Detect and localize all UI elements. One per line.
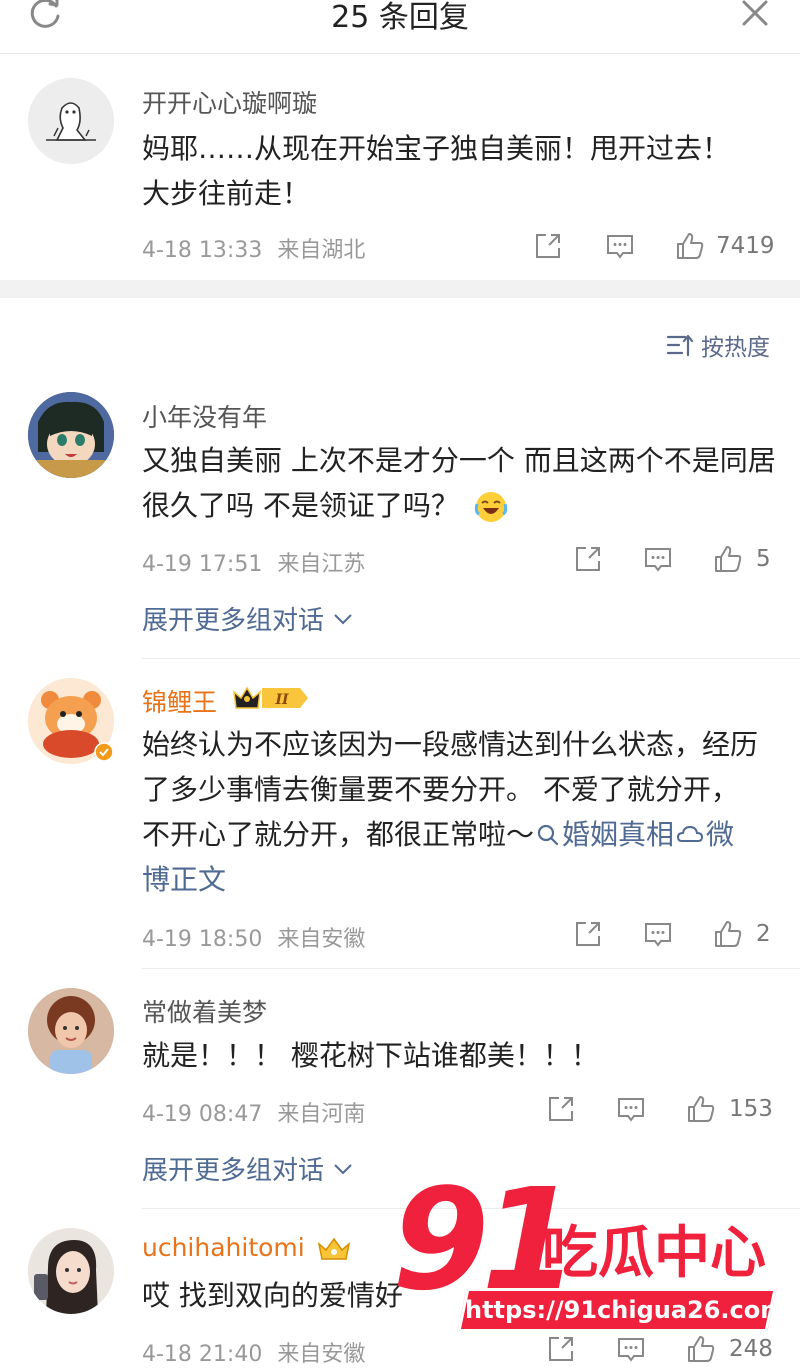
- reply-time: 4-18 21:40: [142, 1342, 263, 1367]
- reply-meta: 4-18 21:40 来自安徽: [142, 1336, 365, 1368]
- comment-icon[interactable]: [604, 230, 636, 262]
- laughing-crying-emoji-icon: [474, 490, 508, 524]
- sort-icon: [666, 334, 694, 357]
- reply-text: 始终认为不应该因为一段感情达到什么状态，经历了多少事情去衡量要不要分开。 不爱了…: [142, 722, 762, 902]
- reply-time: 4-19 17:51: [142, 552, 263, 577]
- sort-label: 按热度: [701, 335, 770, 361]
- share-icon[interactable]: [572, 918, 604, 950]
- vip-crown-badge-icon: II: [233, 686, 308, 709]
- comment-meta: 4-18 13:33 来自湖北: [142, 232, 365, 264]
- reply-actions: 153: [545, 1093, 782, 1133]
- watermark-brand-text: 吃瓜中心: [542, 1221, 766, 1286]
- like-icon[interactable]: [712, 543, 744, 575]
- avatar[interactable]: [28, 988, 114, 1074]
- avatar[interactable]: [28, 392, 114, 478]
- comment-text: 妈耶……从现在开始宝子独自美丽！甩开过去！大步往前走！: [142, 132, 731, 210]
- section-divider: [0, 280, 800, 298]
- expand-conversation-link[interactable]: 展开更多组对话: [142, 1150, 354, 1187]
- reply-username[interactable]: 常做着美梦: [142, 993, 267, 1029]
- reply-username[interactable]: uchihahitomi: [142, 1233, 305, 1262]
- comment-icon[interactable]: [615, 1093, 647, 1125]
- comment-username[interactable]: 开开心心璇啊璇: [142, 84, 317, 120]
- chevron-down-icon: [334, 1163, 352, 1174]
- reply-text: 就是！！！ 樱花树下站谁都美！！！: [142, 1039, 599, 1072]
- reply-divider: [142, 968, 800, 969]
- site-watermark: 91 吃瓜中心 https://91chigua26.com: [392, 1166, 786, 1370]
- avatar[interactable]: [28, 78, 114, 164]
- close-icon[interactable]: [738, 0, 772, 30]
- search-icon: [537, 824, 559, 846]
- comment-location: 来自湖北: [277, 238, 366, 263]
- vip-crown-icon: [317, 1237, 351, 1260]
- reply-meta: 4-19 08:47 来自河南: [142, 1096, 365, 1128]
- watermark-url-banner: https://91chigua26.com: [457, 1288, 786, 1332]
- comment-time: 4-18 13:33: [142, 238, 263, 263]
- reply-location: 来自安徽: [277, 927, 366, 952]
- reply-username[interactable]: 锦鲤王: [142, 683, 217, 719]
- reply-time: 4-19 08:47: [142, 1102, 263, 1127]
- reply-meta: 4-19 18:50 来自安徽: [142, 921, 365, 953]
- like-count: 7419: [716, 233, 775, 259]
- weibo-link-icon: [677, 825, 704, 842]
- comment-actions: 7419: [532, 230, 782, 270]
- expand-conversation-link[interactable]: 展开更多组对话: [142, 600, 354, 637]
- expand-label: 展开更多组对话: [142, 606, 325, 636]
- expand-label: 展开更多组对话: [142, 1156, 325, 1186]
- like-count: 153: [729, 1096, 773, 1122]
- like-icon[interactable]: [685, 1093, 717, 1125]
- reply-text-content: 又独自美丽 上次不是才分一个 而且这两个不是同居很久了吗 不是领证了吗？: [142, 444, 776, 522]
- reply-location: 来自河南: [277, 1102, 366, 1127]
- sort-button[interactable]: 按热度: [665, 328, 770, 362]
- svg-text:II: II: [274, 692, 289, 708]
- watermark-url: https://91chigua26.com: [465, 1296, 786, 1324]
- reply-actions: 5: [572, 543, 782, 583]
- topic-link[interactable]: 婚姻真相: [534, 818, 674, 851]
- share-icon[interactable]: [532, 230, 564, 262]
- like-count: 5: [756, 546, 771, 572]
- share-icon[interactable]: [545, 1093, 577, 1125]
- reply-location: 来自江苏: [277, 552, 366, 577]
- chevron-down-icon: [334, 613, 352, 624]
- verified-badge-icon: [94, 742, 114, 762]
- header-bar: 25 条回复: [0, 0, 800, 54]
- reply-text: 又独自美丽 上次不是才分一个 而且这两个不是同居很久了吗 不是领证了吗？: [142, 438, 782, 528]
- reply-actions: 2: [572, 918, 782, 958]
- like-count: 2: [756, 921, 771, 947]
- reply-location: 来自安徽: [277, 1342, 366, 1367]
- avatar[interactable]: [28, 1228, 114, 1314]
- like-icon[interactable]: [674, 230, 706, 262]
- share-icon[interactable]: [572, 543, 604, 575]
- reply-divider: [142, 658, 800, 659]
- topic-link-label: 婚姻真相: [562, 818, 675, 851]
- reply-username[interactable]: 小年没有年: [142, 398, 267, 434]
- page-title: 25 条回复: [331, 0, 469, 35]
- reply-time: 4-19 18:50: [142, 927, 263, 952]
- main-comment: 开开心心璇啊璇 妈耶……从现在开始宝子独自美丽！甩开过去！大步往前走！ 4-18…: [0, 54, 800, 280]
- comment-icon[interactable]: [642, 918, 674, 950]
- like-icon[interactable]: [712, 918, 744, 950]
- comment-icon[interactable]: [642, 543, 674, 575]
- reply-meta: 4-19 17:51 来自江苏: [142, 546, 365, 578]
